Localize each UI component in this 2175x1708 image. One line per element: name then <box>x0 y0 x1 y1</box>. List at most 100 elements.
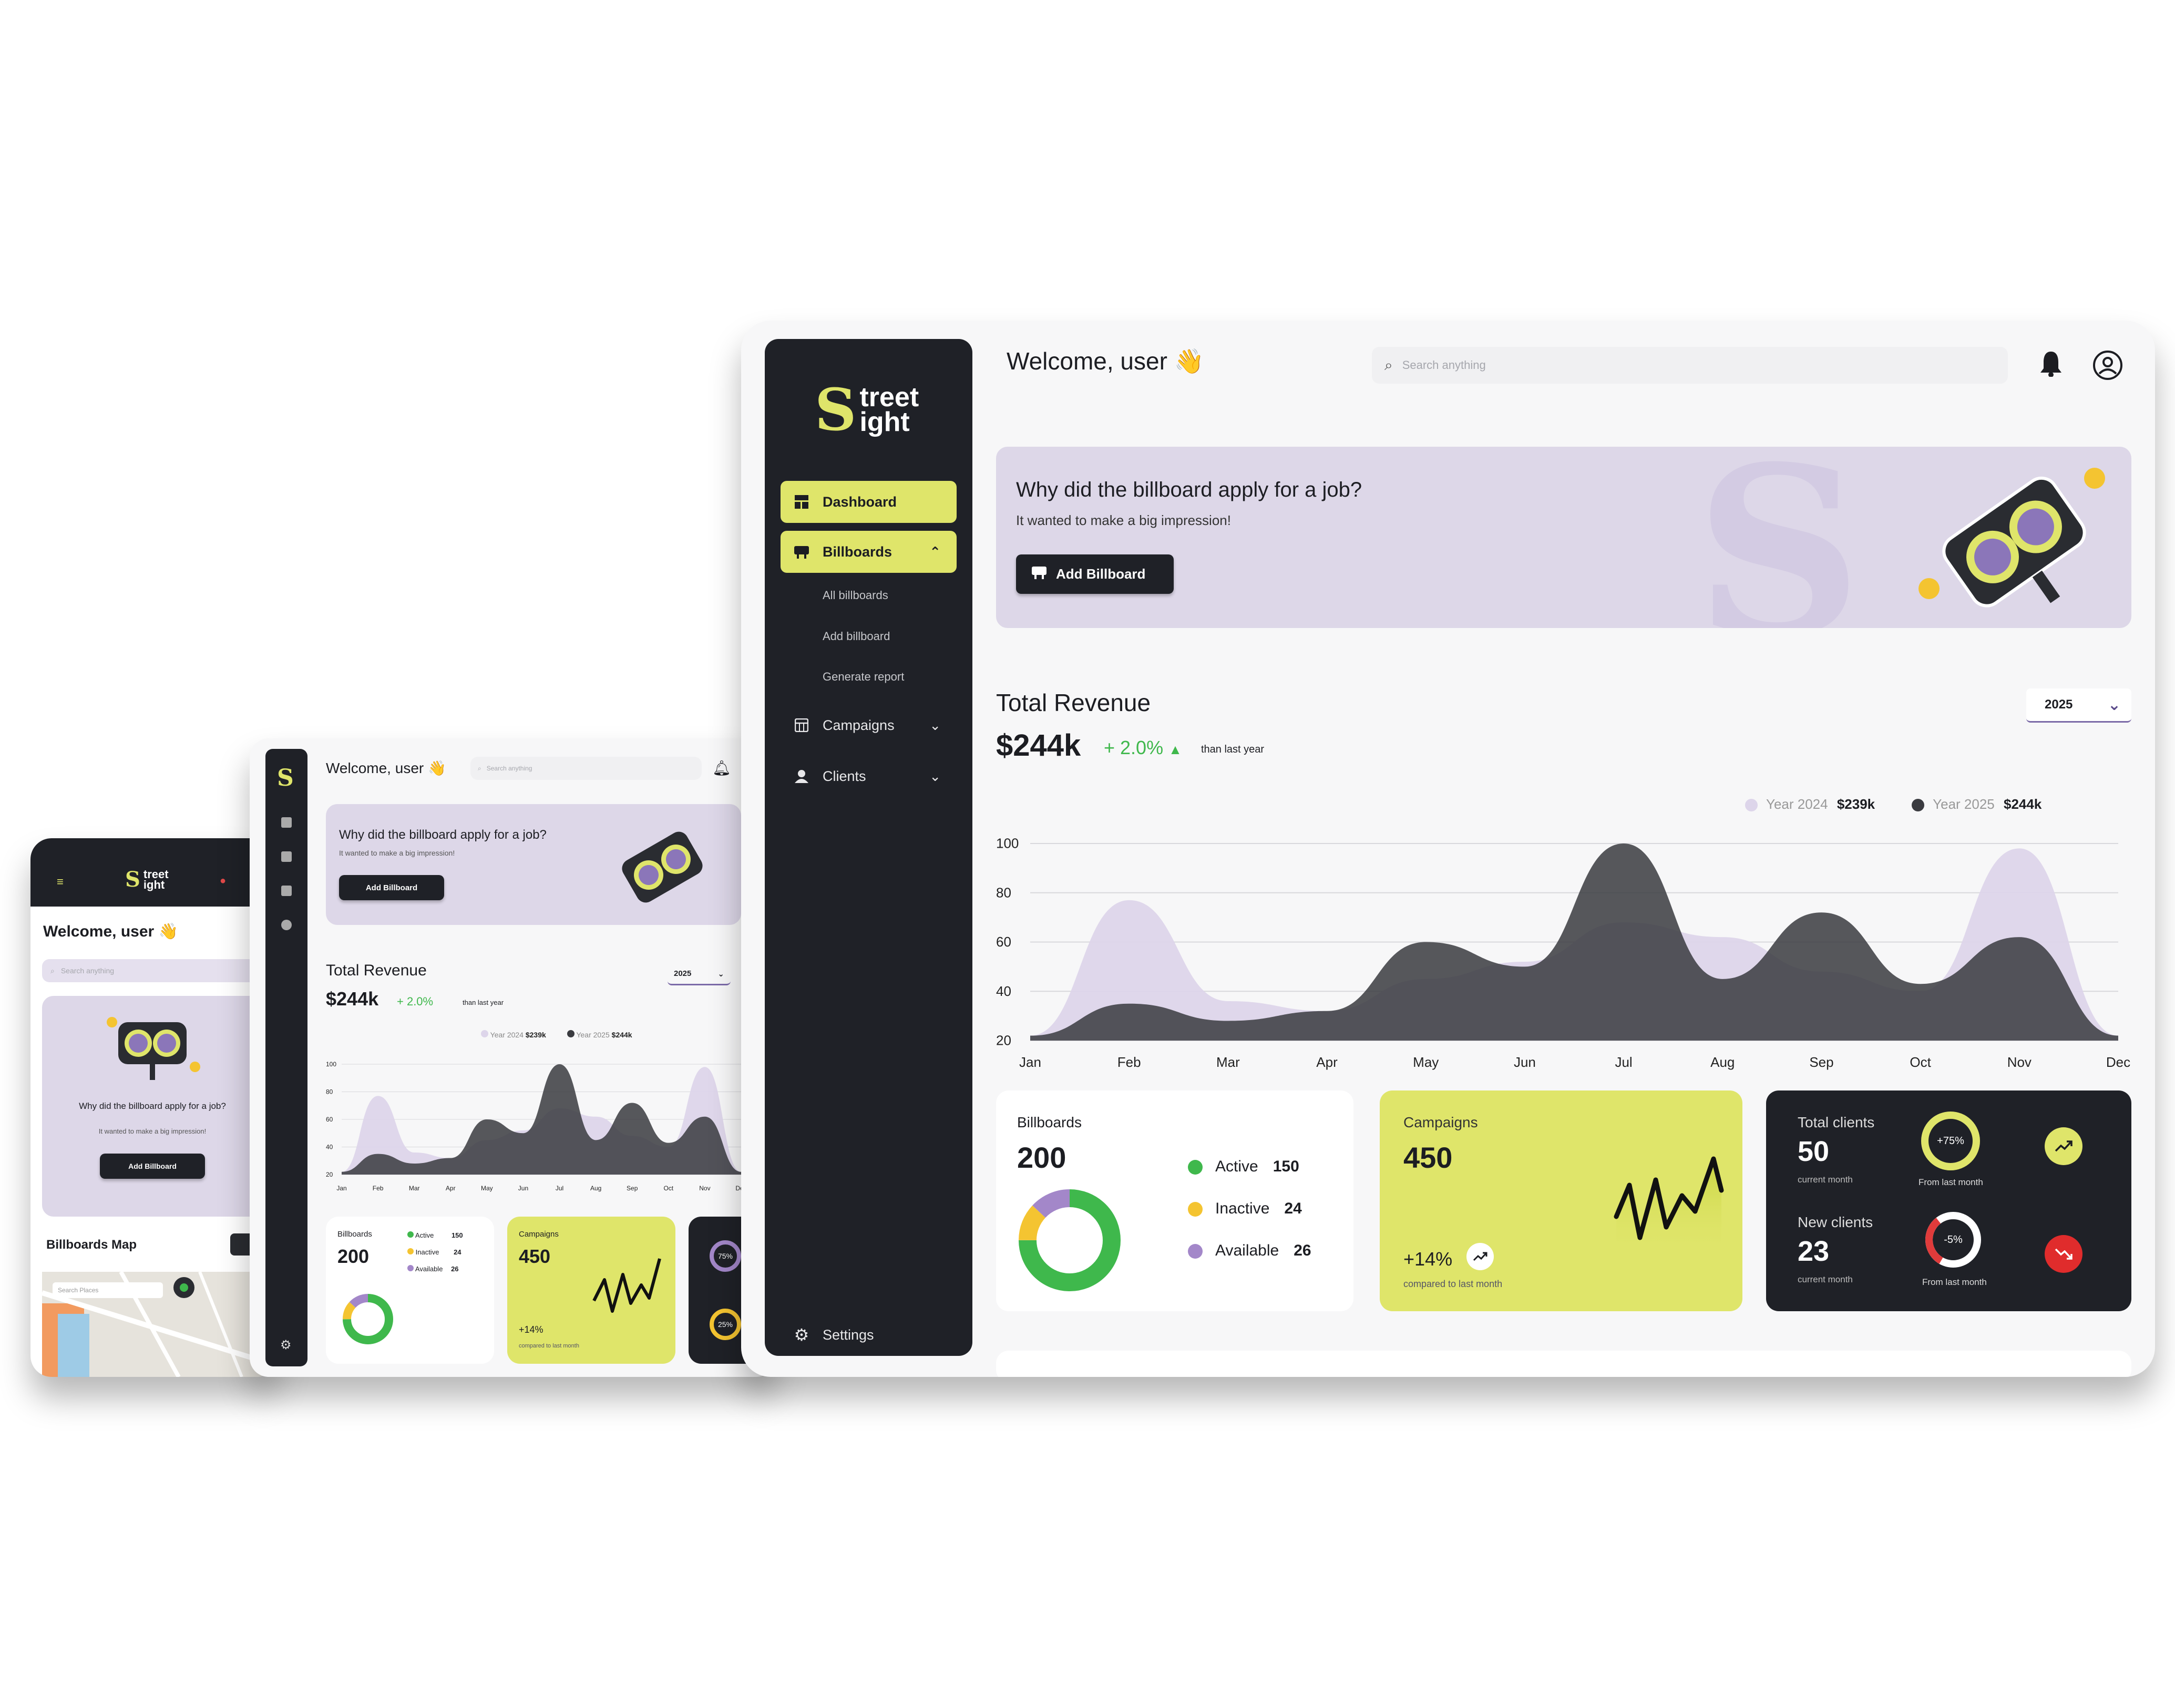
tablet-ring-25: 25% <box>710 1309 741 1340</box>
y-tick-label: 20 <box>996 1033 1011 1048</box>
x-tick-label: Jan <box>336 1185 346 1192</box>
y-tick-label: 80 <box>326 1088 333 1096</box>
phone-banner: Why did the billboard apply for a job? I… <box>42 996 263 1217</box>
tablet-legend: Year 2024 $239k Year 2025 $244k <box>481 1030 632 1039</box>
x-tick-label: Apr <box>1316 1054 1338 1070</box>
submenu-all-billboards[interactable]: All billboards <box>823 589 888 602</box>
notification-icon[interactable]: ● <box>220 875 226 887</box>
tablet-add-billboard-button[interactable]: Add Billboard <box>339 875 444 900</box>
phone-welcome: Welcome, user 👋 <box>43 923 178 940</box>
total-clients-label: Total clients <box>1798 1114 1875 1130</box>
x-tick-label: Jul <box>1615 1054 1632 1070</box>
tablet-revenue-title: Total Revenue <box>326 962 427 979</box>
chart-legend: Year 2024 $239k Year 2025 $244k <box>1745 796 2041 812</box>
billboards-value: 200 <box>1017 1141 1066 1174</box>
x-tick-label: Sep <box>1809 1054 1833 1070</box>
tablet-ring-75: 75% <box>710 1240 741 1272</box>
tablet-welcome: Welcome, user 👋 <box>326 760 446 776</box>
bell-icon[interactable] <box>2039 349 2063 379</box>
status-available: Available 26 <box>1188 1230 1311 1272</box>
search-icon: ⌕ <box>1384 356 1393 373</box>
add-billboard-button[interactable]: Add Billboard <box>1016 554 1174 594</box>
x-tick-label: Feb <box>373 1185 384 1192</box>
x-tick-label: Jan <box>1019 1054 1041 1070</box>
sidebar-item-label: Clients <box>823 768 866 784</box>
new-clients-ring: -5% <box>1944 1233 1963 1246</box>
total-clients-sub: current month <box>1798 1175 1853 1185</box>
campaigns-sparkline <box>1614 1156 1724 1253</box>
phone-banner-title: Why did the billboard apply for a job? <box>79 1101 226 1111</box>
phone-add-billboard-button[interactable]: Add Billboard <box>100 1154 205 1179</box>
sidebar-item-label: Billboards <box>823 543 892 560</box>
campaigns-change: +14% <box>1403 1248 1453 1270</box>
new-clients-label: New clients <box>1798 1214 1873 1230</box>
x-tick-label: Sep <box>627 1185 638 1192</box>
tablet-billboards-label: Billboards <box>337 1230 372 1239</box>
menu-icon[interactable]: ≡ <box>57 875 64 889</box>
tablet-dashboard-icon[interactable] <box>281 817 292 828</box>
billboard-mascot-icon <box>107 1017 200 1080</box>
billboard-status-list: Active 150 Inactive 24 Available 26 <box>1188 1146 1311 1272</box>
status-active: Active 150 <box>1188 1146 1311 1188</box>
submenu-generate-report[interactable]: Generate report <box>823 670 904 684</box>
dashboard-icon <box>794 495 809 509</box>
billboard-icon <box>1032 565 1047 583</box>
banner-title: Why did the billboard apply for a job? <box>1016 478 1362 501</box>
x-tick-label: May <box>1413 1054 1439 1070</box>
sidebar-item-campaigns[interactable]: Campaigns ⌄ <box>781 704 957 746</box>
x-tick-label: Nov <box>2007 1054 2032 1070</box>
sidebar-item-billboards[interactable]: Billboards ⌃ <box>781 531 957 573</box>
sidebar-item-label: Campaigns <box>823 717 895 733</box>
new-clients-ring-note: From last month <box>1922 1277 1987 1287</box>
tablet-billboards-donut <box>343 1294 393 1344</box>
x-tick-label: Feb <box>1117 1054 1141 1070</box>
tablet-campaigns-sparkline <box>592 1258 661 1313</box>
y-tick-label: 100 <box>326 1061 336 1068</box>
tablet-bell-icon[interactable]: 🔔︎ <box>712 759 731 777</box>
sidebar-item-clients[interactable]: Clients ⌄ <box>781 755 957 797</box>
legend-2024: Year 2024 $239k <box>1745 796 1875 812</box>
map-search-input[interactable]: Search Places <box>53 1282 163 1298</box>
year-select[interactable]: 2025 ⌄ <box>2026 688 2131 723</box>
status-inactive: Inactive 24 <box>1188 1188 1311 1230</box>
x-tick-label: Aug <box>1710 1054 1735 1070</box>
tablet-calendar-icon[interactable] <box>281 886 292 896</box>
billboards-map[interactable]: Search Places <box>42 1272 263 1377</box>
total-clients-ring: +75% <box>1921 1112 1980 1170</box>
y-tick-label: 40 <box>996 983 1011 999</box>
tablet-sidebar: S ⚙ <box>265 749 307 1366</box>
page-title: Welcome, user 👋 <box>1007 347 1204 375</box>
phone-logo: S treet ight <box>125 867 169 892</box>
arrow-up-icon: ▲ <box>1168 742 1182 757</box>
sidebar-item-dashboard[interactable]: Dashboard <box>781 481 957 523</box>
billboards-label: Billboards <box>1017 1114 1082 1130</box>
trend-up-icon <box>2045 1127 2082 1165</box>
next-section-card <box>996 1351 2131 1377</box>
joke-banner: S Why did the billboard apply for a job?… <box>996 447 2131 628</box>
tablet-search-input[interactable]: ⌕ Search anything <box>470 757 702 780</box>
sidebar-item-label: Settings <box>823 1326 874 1343</box>
billboards-card: Billboards 200 Active 150 Inactive 24 Avai… <box>996 1090 1353 1311</box>
campaigns-card: Campaigns 450 +14% compared to last mont… <box>1380 1090 1742 1311</box>
revenue-change: + 2.0% ▲ <box>1104 737 1182 758</box>
tablet-gear-icon[interactable]: ⚙ <box>280 1337 292 1353</box>
tablet-year-select[interactable]: 2025 ⌄ <box>668 963 731 985</box>
user-icon <box>794 769 809 784</box>
x-tick-label: May <box>481 1185 493 1192</box>
revenue-title: Total Revenue <box>996 689 1151 716</box>
revenue-chart: 100 80 60 40 20 Jan Feb Mar Apr May Jun Jul Aug Sep Oc… <box>996 836 2130 1070</box>
y-tick-label: 100 <box>996 836 1019 851</box>
profile-icon[interactable] <box>2092 349 2123 384</box>
billboard-icon <box>794 544 809 559</box>
search-input[interactable]: ⌕ Search anything <box>1372 347 2008 384</box>
map-title: Billboards Map <box>46 1238 137 1252</box>
legend-2025: Year 2025 $244k <box>1912 796 2041 812</box>
revenue-note: than last year <box>1201 744 1265 755</box>
revenue-amount: $244k <box>996 728 1081 763</box>
tablet-billboard-legend: Active 150 Inactive 24 Available 26 <box>407 1227 463 1278</box>
submenu-add-billboard[interactable]: Add billboard <box>823 630 890 643</box>
tablet-user-icon[interactable] <box>281 920 292 930</box>
sidebar-item-settings[interactable]: ⚙ Settings <box>781 1314 957 1356</box>
tablet-billboard-icon[interactable] <box>281 851 292 862</box>
phone-search-input[interactable]: ⌕ Search anything <box>42 959 263 982</box>
